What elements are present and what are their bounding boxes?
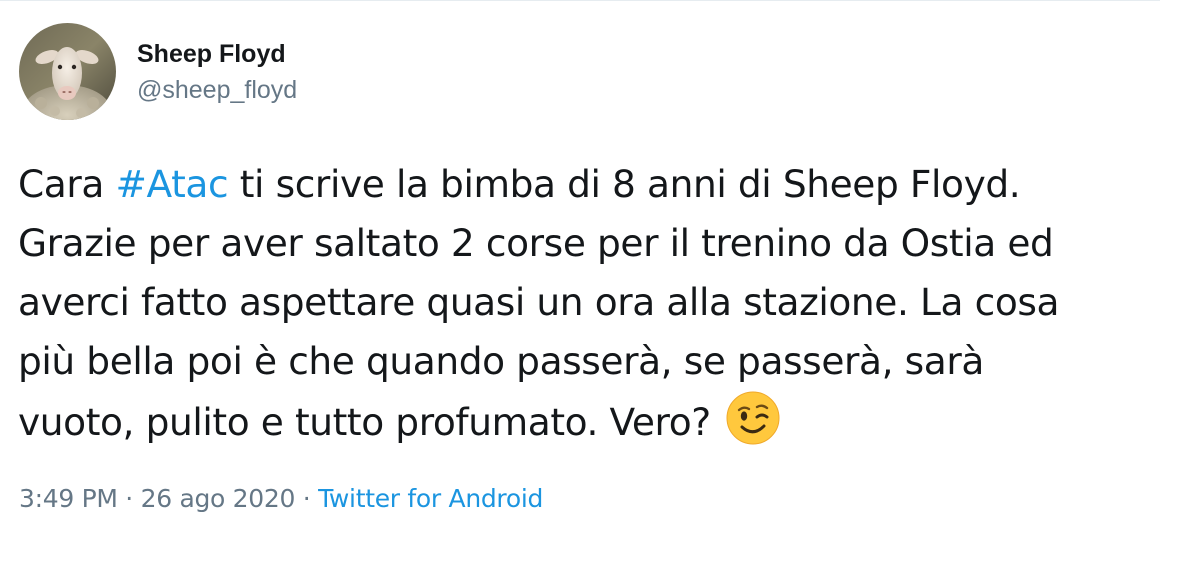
text-segment: ti scrive la bimba di 8 anni di Sheep Fl… [228,162,1021,206]
tweet-meta: 3:49 PM · 26 ago 2020 · Twitter for Andr… [19,481,543,517]
hashtag-link[interactable]: #Atac [115,162,228,206]
divider [0,0,1160,1]
sheep-avatar-icon [19,23,116,120]
user-info: Sheep Floyd @sheep_floyd [137,38,297,106]
tweet-text: Cara #Atac ti scrive la bimba di 8 anni … [18,155,1168,452]
winking-face-emoji-icon [726,391,780,445]
meta-separator: · [295,484,319,513]
tweet-line: vuoto, pulito e tutto profumato. Vero? [18,391,1168,452]
avatar[interactable] [19,23,116,120]
tweet-source-link[interactable]: Twitter for Android [318,484,543,513]
tweet-header: Sheep Floyd @sheep_floyd [19,23,297,120]
meta-separator: · [117,484,141,513]
tweet-line: Grazie per aver saltato 2 corse per il t… [18,221,1054,265]
text-segment: vuoto, pulito e tutto profumato. Vero? [18,400,723,444]
tweet-line: averci fatto aspettare quasi un ora alla… [18,280,1060,324]
tweet-date[interactable]: 26 ago 2020 [141,484,296,513]
user-handle[interactable]: @sheep_floyd [137,74,297,106]
tweet-time[interactable]: 3:49 PM [19,484,118,513]
text-segment: Cara [18,162,116,206]
tweet-line: Cara #Atac ti scrive la bimba di 8 anni … [18,155,1168,214]
tweet-card: Sheep Floyd @sheep_floyd Cara #Atac ti s… [0,0,1200,575]
display-name[interactable]: Sheep Floyd [137,38,297,70]
tweet-line: più bella poi è che quando passerà, se p… [18,339,984,383]
